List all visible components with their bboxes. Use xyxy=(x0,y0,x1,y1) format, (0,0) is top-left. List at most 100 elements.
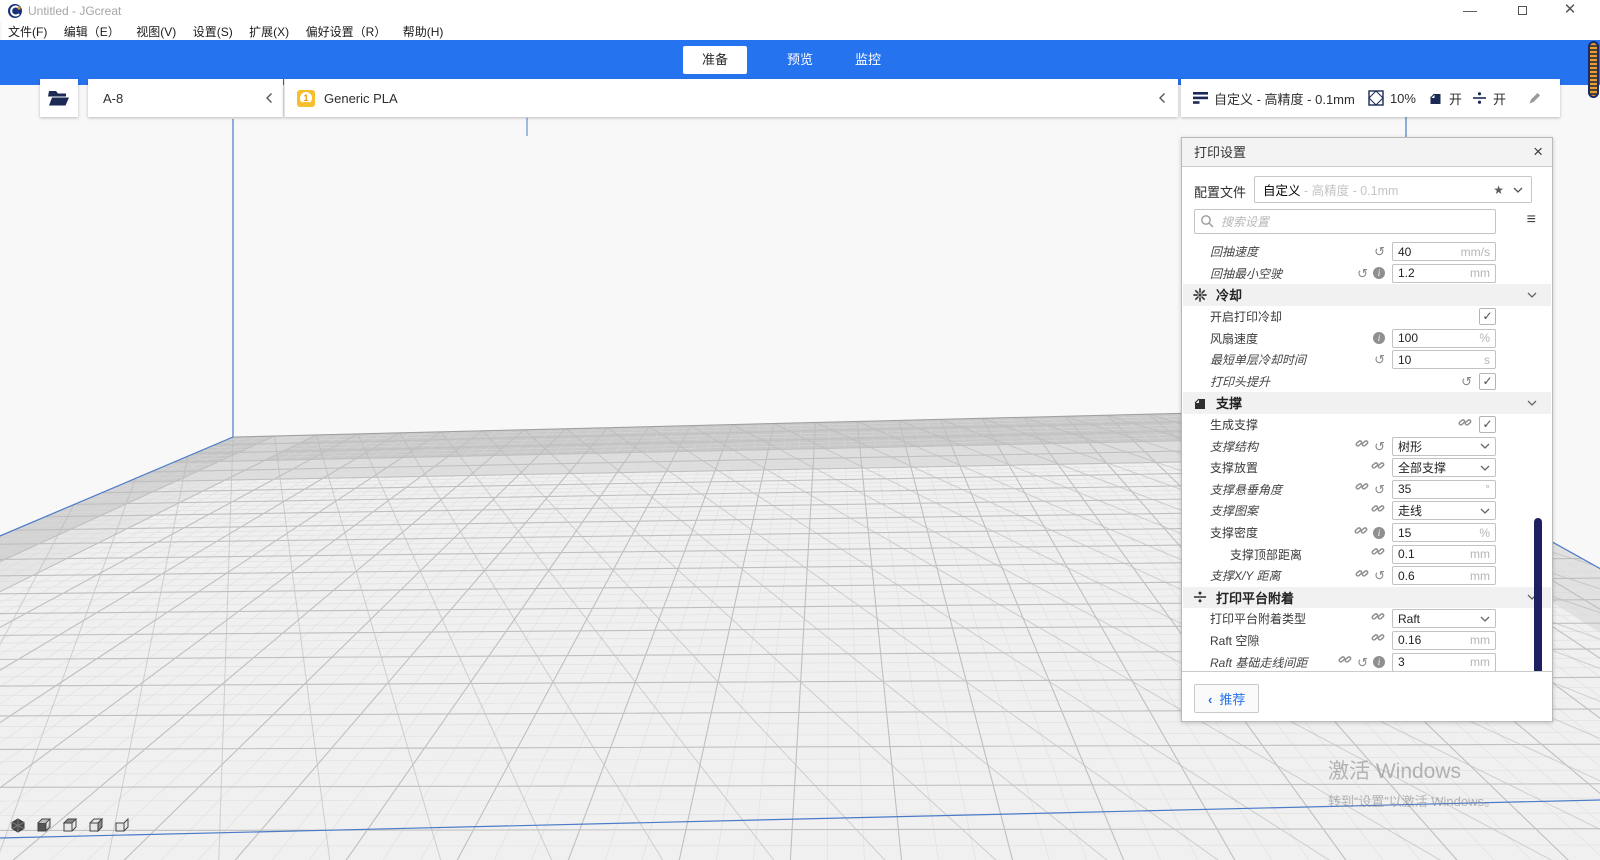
setting-input[interactable]: 0.1mm xyxy=(1392,545,1496,564)
watermark-line1: 激活 Windows xyxy=(1328,755,1497,785)
setting-row[interactable]: 风扇速度i100% xyxy=(1182,327,1552,349)
chevron-down-icon xyxy=(1527,292,1537,298)
settings-scrollbar[interactable] xyxy=(1534,518,1542,678)
setting-row[interactable]: 回抽最小空驶↺i1.2mm xyxy=(1182,263,1552,285)
setting-dropdown[interactable]: 树形 xyxy=(1392,437,1496,456)
infill-icon xyxy=(1368,90,1384,106)
revert-icon[interactable]: ↺ xyxy=(1357,656,1368,669)
settings-section[interactable]: 冷却 xyxy=(1183,284,1551,306)
setting-dropdown[interactable]: Raft xyxy=(1392,609,1496,628)
link-icon xyxy=(1355,567,1369,585)
support-icon xyxy=(1193,396,1207,410)
tab-monitor[interactable]: 监控 xyxy=(840,46,896,74)
menu-preferences[interactable]: 偏好设置（R） xyxy=(300,22,393,41)
setting-row[interactable]: 打印平台附着类型Raft xyxy=(1182,608,1552,630)
window-minimize-button[interactable]: — xyxy=(1450,0,1490,22)
setting-checkbox[interactable]: ✓ xyxy=(1479,416,1496,433)
window-maximize-button[interactable] xyxy=(1502,0,1542,22)
revert-icon[interactable]: ↺ xyxy=(1357,267,1368,280)
setting-input[interactable]: 40mm/s xyxy=(1392,242,1496,261)
setting-row[interactable]: 生成支撑✓ xyxy=(1182,414,1552,436)
adhesion-icon xyxy=(1193,590,1207,604)
chevron-left-icon xyxy=(265,92,273,104)
setting-label: 支撑图案 xyxy=(1210,502,1371,519)
revert-icon[interactable]: ↺ xyxy=(1374,440,1385,453)
setting-input[interactable]: 0.6mm xyxy=(1392,566,1496,585)
setting-input[interactable]: 3mm xyxy=(1392,653,1496,672)
edit-pencil-icon[interactable] xyxy=(1528,91,1542,105)
settings-section[interactable]: 打印平台附着 xyxy=(1183,587,1551,609)
setting-row[interactable]: 支撑放置全部支撑 xyxy=(1182,457,1552,479)
setting-row[interactable]: 打印头提升↺✓ xyxy=(1182,371,1552,393)
setting-checkbox[interactable]: ✓ xyxy=(1479,373,1496,390)
menu-file[interactable]: 文件(F) xyxy=(2,22,53,41)
printer-selector[interactable]: A-8 xyxy=(88,79,283,117)
setting-row[interactable]: 支撑X/Y 距离↺0.6mm xyxy=(1182,565,1552,587)
setting-input[interactable]: 1.2mm xyxy=(1392,264,1496,283)
setting-input[interactable]: 10s xyxy=(1392,350,1496,369)
setting-row[interactable]: 支撑悬垂角度↺35° xyxy=(1182,479,1552,501)
revert-icon[interactable]: ↺ xyxy=(1374,245,1385,258)
setting-checkbox[interactable]: ✓ xyxy=(1479,308,1496,325)
setting-row[interactable]: 回抽速度↺40mm/s xyxy=(1182,241,1552,263)
window-close-button[interactable]: ✕ xyxy=(1550,0,1590,22)
link-icon xyxy=(1354,524,1368,542)
search-input[interactable] xyxy=(1194,209,1496,234)
view-3d-button[interactable] xyxy=(10,818,26,833)
tab-prepare[interactable]: 准备 xyxy=(683,46,747,74)
revert-icon[interactable]: ↺ xyxy=(1374,569,1385,582)
settings-section[interactable]: 支撑 xyxy=(1183,392,1551,414)
setting-row[interactable]: 支撑密度i15% xyxy=(1182,522,1552,544)
close-icon[interactable]: × xyxy=(1533,138,1543,165)
section-label: 打印平台附着 xyxy=(1216,588,1294,607)
striped-scroll-widget[interactable] xyxy=(1588,41,1599,98)
material-badge-icon: 1 xyxy=(297,90,315,107)
setting-row[interactable]: Raft 空隙0.16mm xyxy=(1182,630,1552,652)
title-bar: Untitled - JGcreat — ✕ xyxy=(0,0,1600,22)
revert-icon[interactable]: ↺ xyxy=(1374,483,1385,496)
view-right-button[interactable] xyxy=(114,818,130,833)
settings-menu-icon[interactable]: ≡ xyxy=(1527,211,1536,229)
material-selector[interactable]: 1 Generic PLA xyxy=(284,79,1178,117)
setting-input[interactable]: 100% xyxy=(1392,329,1496,348)
recommended-mode-button[interactable]: ‹推荐 xyxy=(1194,684,1259,713)
summary-adhesion: 开 xyxy=(1493,89,1506,108)
open-file-button[interactable] xyxy=(40,79,78,117)
unit-label: mm/s xyxy=(1461,245,1490,259)
menu-edit[interactable]: 编辑（E） xyxy=(58,22,126,41)
setting-row[interactable]: 支撑图案 走线 xyxy=(1182,500,1552,522)
setting-row[interactable]: 支撑结构↺树形 xyxy=(1182,435,1552,457)
setting-input[interactable]: 0.16mm xyxy=(1392,631,1496,650)
profile-layers-icon xyxy=(1193,92,1208,104)
chevron-left-icon: ‹ xyxy=(1208,692,1212,707)
setting-row[interactable]: 最短单层冷却时间↺10s xyxy=(1182,349,1552,371)
panel-header[interactable]: 打印设置 × xyxy=(1182,138,1552,167)
chevron-down-icon xyxy=(1480,508,1490,514)
setting-dropdown[interactable]: 走线 xyxy=(1392,501,1496,520)
menu-help[interactable]: 帮助(H) xyxy=(397,22,450,41)
setting-label: 风扇速度 xyxy=(1210,330,1373,347)
setting-input[interactable]: 35° xyxy=(1392,480,1496,499)
menu-view[interactable]: 视图(V) xyxy=(130,22,182,41)
view-left-button[interactable] xyxy=(88,818,104,833)
setting-row[interactable]: 支撑顶部距离0.1mm xyxy=(1182,543,1552,565)
profile-dropdown[interactable]: 自定义 - 高精度 - 0.1mm ★ xyxy=(1254,176,1532,203)
fan-icon xyxy=(1193,288,1207,302)
view-top-button[interactable] xyxy=(62,818,78,833)
revert-icon[interactable]: ↺ xyxy=(1461,375,1472,388)
setting-input[interactable]: 15% xyxy=(1392,523,1496,542)
link-icon xyxy=(1371,545,1385,563)
profile-label: 配置文件 xyxy=(1194,182,1246,201)
print-settings-summary[interactable]: 自定义 - 高精度 - 0.1mm 10% 开 开 xyxy=(1181,79,1560,117)
setting-row[interactable]: 开启打印冷却✓ xyxy=(1182,306,1552,328)
material-name: Generic PLA xyxy=(324,91,398,106)
section-label: 支撑 xyxy=(1216,393,1242,412)
setting-row[interactable]: Raft 基础走线间距↺i3mm xyxy=(1182,651,1552,673)
star-icon[interactable]: ★ xyxy=(1493,183,1504,197)
view-front-button[interactable] xyxy=(36,818,52,833)
menu-settings[interactable]: 设置(S) xyxy=(187,22,239,41)
tab-preview[interactable]: 预览 xyxy=(772,46,828,74)
setting-dropdown[interactable]: 全部支撑 xyxy=(1392,458,1496,477)
menu-extensions[interactable]: 扩展(X) xyxy=(243,22,295,41)
revert-icon[interactable]: ↺ xyxy=(1374,353,1385,366)
